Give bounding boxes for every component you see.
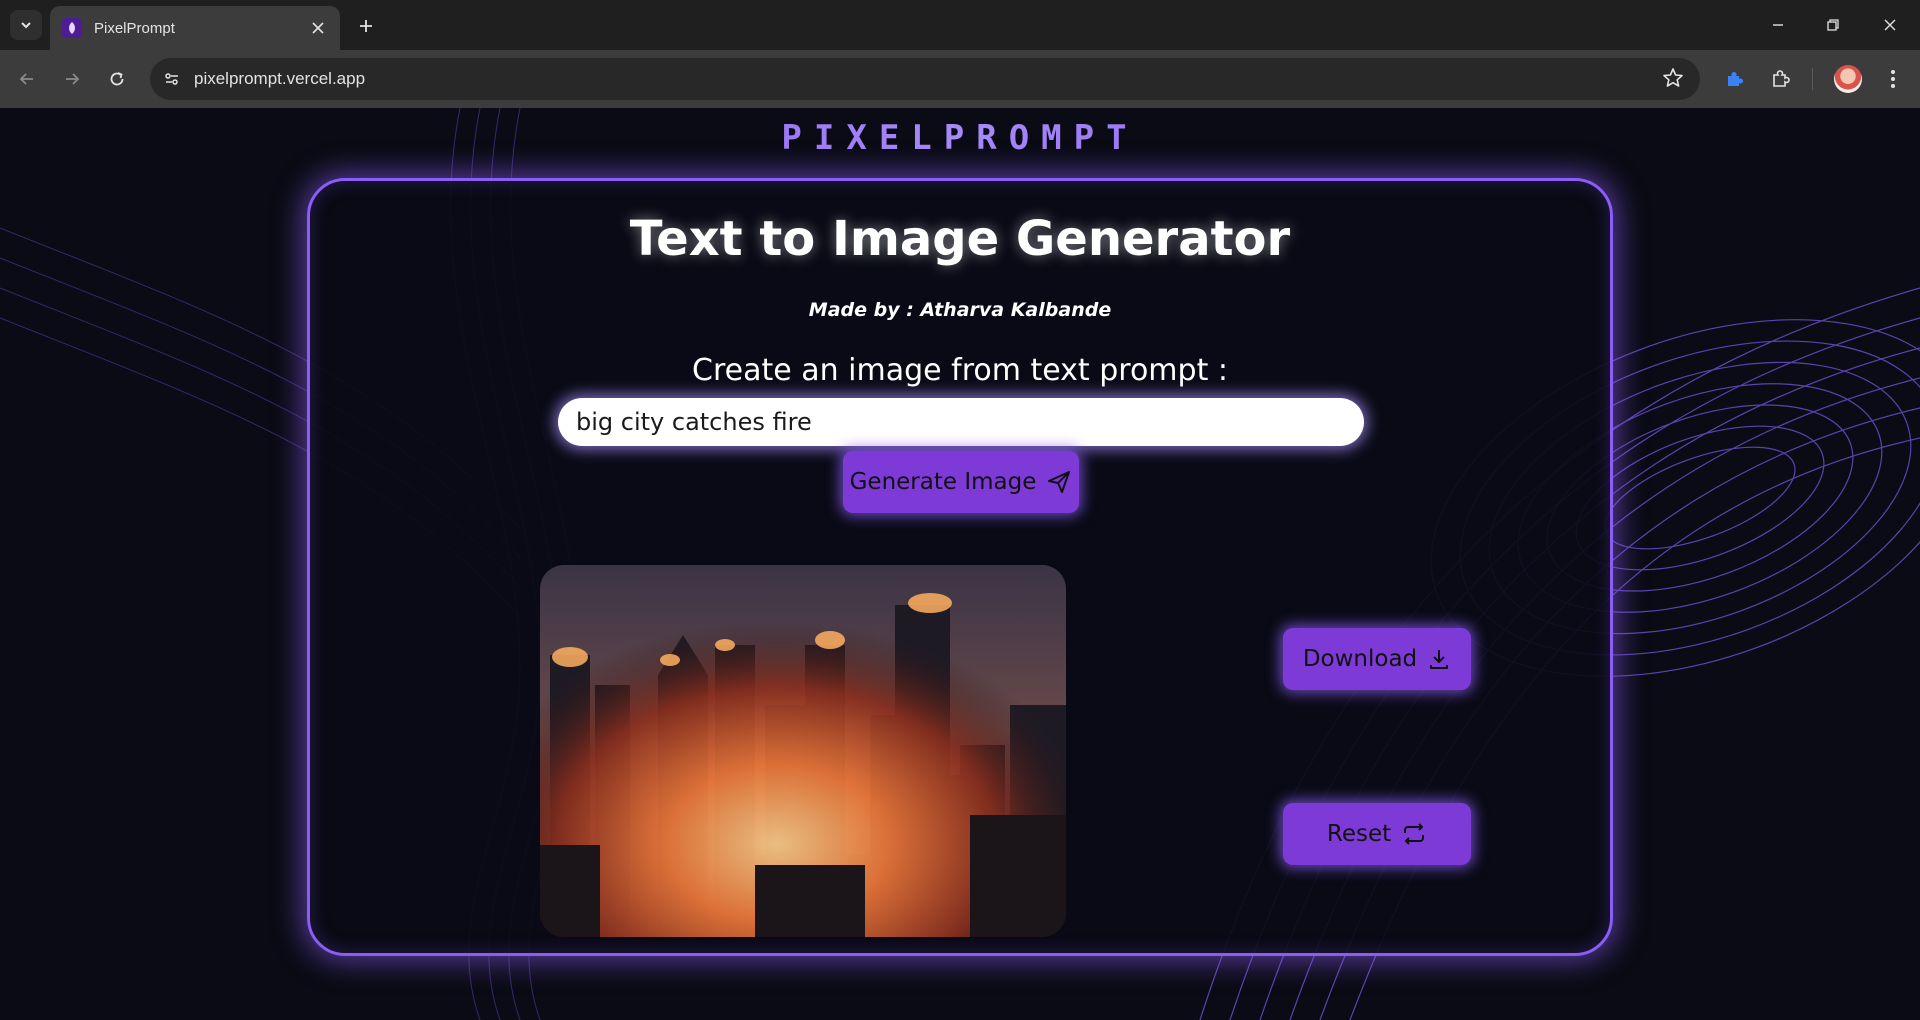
pixelprompt-logo: PIXELPROMPT [0,118,1920,158]
download-label: Download [1302,646,1418,672]
reload-button[interactable] [100,62,134,96]
restore-button[interactable] [1815,8,1851,42]
tab-title: PixelPrompt [94,19,175,37]
address-bar[interactable]: pixelprompt.vercel.app [150,58,1700,100]
generate-image-label: Generate Image [849,469,1037,495]
back-button[interactable] [10,62,44,96]
burning-city-image [540,565,1066,937]
close-tab-icon[interactable] [308,18,328,38]
new-tab-button[interactable] [352,12,380,40]
page-body: PIXELPROMPT Text to Image Generator Made… [0,108,1920,1020]
site-info-icon[interactable] [150,70,194,88]
reload-icon [110,72,124,86]
url-text: pixelprompt.vercel.app [194,69,366,88]
generator-card: Text to Image Generator Made by : Atharv… [307,178,1613,956]
generate-image-button[interactable]: Generate Image [843,451,1079,513]
page-title: Text to Image Generator [629,211,1291,267]
pixelprompt-favicon-icon [62,18,82,38]
toolbar-divider [1812,68,1813,90]
profile-avatar[interactable] [1834,65,1862,93]
tab-strip: PixelPrompt [0,0,1920,50]
close-icon [1884,19,1896,31]
extensions-icon[interactable] [1764,62,1798,96]
minimize-button[interactable] [1760,8,1796,42]
extension-puzzle-blue-icon[interactable] [1718,62,1752,96]
generated-image [540,565,1066,937]
browser-toolbar: pixelprompt.vercel.app [0,50,1920,108]
chevron-down-icon [21,22,31,29]
forward-button[interactable] [55,62,89,96]
tab-search-button[interactable] [10,10,42,40]
download-button[interactable]: Download [1283,628,1471,690]
close-window-button[interactable] [1872,8,1908,42]
reset-label: Reset [1326,821,1392,847]
restore-icon [1827,19,1839,31]
repeat-icon [1404,823,1425,845]
arrow-left-icon [19,73,33,85]
reset-button[interactable]: Reset [1283,803,1471,865]
minimize-icon [1773,24,1783,26]
menu-kebab-icon[interactable] [1876,62,1910,96]
author-credit: Made by : Atharva Kalbande [808,299,1112,321]
send-paper-plane-icon [1048,471,1071,493]
prompt-label: Create an image from text prompt : [692,353,1228,388]
arrow-right-icon [66,73,80,85]
prompt-input[interactable] [558,398,1364,446]
bookmark-star-icon[interactable] [1662,67,1684,93]
download-icon [1430,650,1449,669]
browser-tab[interactable]: PixelPrompt [50,6,340,50]
plus-icon [360,20,372,32]
